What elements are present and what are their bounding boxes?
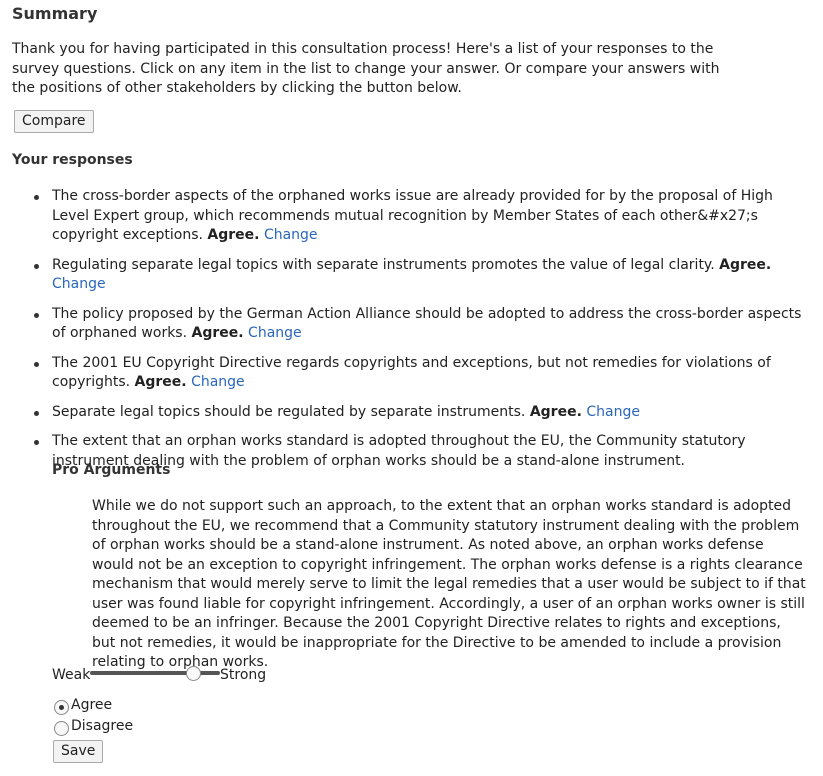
save-button[interactable]: Save (53, 740, 104, 763)
response-answer: Agree. (207, 227, 260, 243)
response-text: The policy proposed by the German Action… (52, 305, 802, 342)
radio-selected-icon (59, 705, 64, 710)
pro-arguments-title: Pro Arguments (52, 462, 171, 478)
agree-label: Agree (71, 697, 113, 713)
page-title: Summary (12, 4, 98, 23)
bullet-icon (34, 361, 39, 367)
response-text: Regulating separate legal topics with se… (52, 256, 715, 273)
compare-button[interactable]: Compare (14, 110, 94, 133)
list-item[interactable]: The cross-border aspects of the orphaned… (12, 187, 802, 246)
disagree-radio[interactable] (54, 721, 69, 736)
change-link[interactable]: Change (248, 325, 302, 341)
response-answer: Agree. (191, 325, 244, 341)
response-answer: Agree. (529, 403, 582, 420)
change-link[interactable]: Change (264, 227, 318, 243)
slider-weak-label: Weak (52, 667, 91, 683)
response-text: The cross-border aspects of the orphaned… (52, 188, 773, 243)
slider-handle[interactable] (186, 666, 201, 681)
list-item[interactable]: Separate legal topics should be regulate… (12, 403, 802, 423)
change-link[interactable]: Change (586, 404, 640, 420)
responses-heading: Your responses (12, 152, 133, 168)
bullet-icon (34, 312, 39, 318)
responses-list: The cross-border aspects of the orphaned… (12, 187, 802, 481)
slider-strong-label: Strong (220, 667, 267, 683)
list-item[interactable]: The 2001 EU Copyright Directive regards … (12, 354, 802, 393)
bullet-icon (34, 195, 39, 200)
slider-track[interactable] (90, 666, 220, 681)
agree-radio[interactable] (54, 700, 69, 715)
response-answer: Agree. (719, 256, 772, 273)
strength-slider: Weak Strong (52, 666, 312, 688)
pro-arguments-text: While we do not support such an approach… (92, 498, 806, 670)
list-item[interactable]: The policy proposed by the German Action… (12, 305, 802, 344)
intro-text: Thank you for having participated in thi… (12, 41, 720, 96)
list-item[interactable]: Regulating separate legal topics with se… (12, 256, 802, 295)
disagree-label: Disagree (71, 718, 134, 734)
bullet-icon (34, 410, 39, 416)
change-link[interactable]: Change (52, 276, 106, 292)
change-link[interactable]: Change (191, 374, 245, 390)
response-text: Separate legal topics should be regulate… (52, 403, 526, 420)
response-answer: Agree. (134, 374, 187, 390)
bullet-icon (34, 263, 39, 269)
bullet-icon (34, 440, 39, 445)
